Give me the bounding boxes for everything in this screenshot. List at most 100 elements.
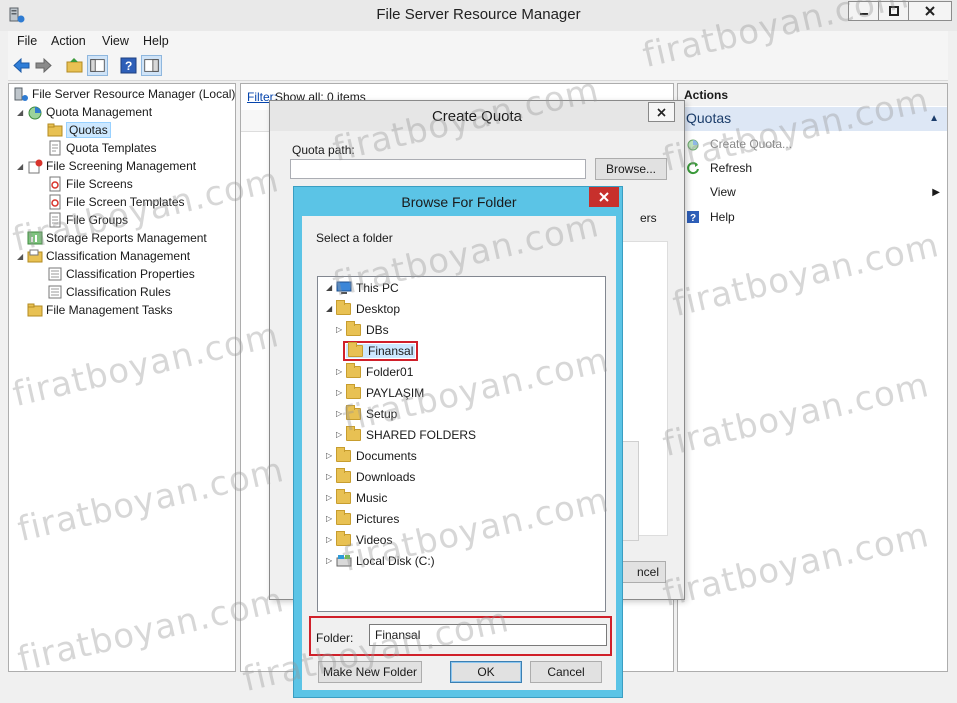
folder-item-pictures[interactable]: ▷ Pictures [326, 509, 399, 528]
tree-item-file-groups[interactable]: File Groups [47, 211, 128, 229]
collapsed-arrow-icon[interactable]: ▷ [336, 430, 346, 439]
storage-reports-icon [27, 231, 43, 245]
folder-item-local-disk[interactable]: ▷ Local Disk (C:) [326, 551, 435, 570]
cancel-button[interactable]: Cancel [530, 661, 602, 683]
folder-item-music[interactable]: ▷ Music [326, 488, 387, 507]
expanded-arrow-icon[interactable]: ◢ [326, 304, 336, 313]
action-pane-icon[interactable] [141, 55, 162, 76]
tree-item-storage-reports-management[interactable]: Storage Reports Management [27, 229, 207, 247]
browse-for-folder-dialog: Browse For Folder Select a folder ◢ This… [293, 186, 623, 698]
folder-item-documents[interactable]: ▷ Documents [326, 446, 417, 465]
menu-file[interactable]: File [17, 34, 37, 48]
menu-action[interactable]: Action [51, 34, 86, 48]
tree-item-classification-properties[interactable]: Classification Properties [47, 265, 195, 283]
actions-section-label: Quotas [686, 110, 732, 126]
minimize-button[interactable] [848, 1, 880, 21]
tree-item-quota-templates[interactable]: Quota Templates [47, 139, 157, 157]
file-screen-icon [49, 176, 61, 192]
documents-folder-icon [336, 446, 351, 462]
tree-item-classification-rules[interactable]: Classification Rules [47, 283, 171, 301]
collapsed-arrow-icon[interactable]: ▷ [336, 325, 346, 334]
tree-item-classification-management[interactable]: ◢ Classification Management [17, 247, 190, 265]
rules-icon [48, 285, 62, 299]
tree-item-file-management-tasks[interactable]: File Management Tasks [27, 301, 173, 319]
tree-item-label: Storage Reports Management [46, 231, 207, 245]
folder-icon [346, 362, 361, 378]
collapsed-arrow-icon[interactable]: ▷ [336, 388, 346, 397]
folder-item-finansal[interactable]: Finansal [342, 340, 419, 361]
actions-section-quotas[interactable]: Quotas ▲ [678, 107, 947, 131]
collapsed-arrow-icon[interactable]: ▷ [326, 451, 336, 460]
select-folder-label: Select a folder [316, 231, 393, 245]
up-folder-icon[interactable] [64, 55, 85, 76]
make-new-folder-button[interactable]: Make New Folder [318, 661, 422, 683]
tree-item-quotas[interactable]: Quotas [47, 121, 111, 139]
collapsed-arrow-icon[interactable]: ▷ [336, 409, 346, 418]
collapsed-arrow-icon[interactable]: ▷ [326, 535, 336, 544]
action-view[interactable]: View ▶ [686, 182, 942, 202]
minimize-icon [860, 13, 868, 15]
pictures-folder-icon [336, 509, 351, 525]
close-window-button[interactable] [908, 1, 952, 21]
tree-item-quota-management[interactable]: ◢ Quota Management [17, 103, 152, 121]
tree-item-fsrm-root[interactable]: File Server Resource Manager (Local) [13, 85, 235, 103]
tree-item-file-screen-templates[interactable]: File Screen Templates [47, 193, 185, 211]
console-tree-icon[interactable] [87, 55, 108, 76]
maximize-button[interactable] [878, 1, 910, 21]
folder-item-videos[interactable]: ▷ Videos [326, 530, 392, 549]
tree-item-label: File Screening Management [46, 159, 197, 173]
folder-item-downloads[interactable]: ▷ Downloads [326, 467, 415, 486]
collapsed-arrow-icon[interactable]: ▷ [336, 367, 346, 376]
folder-item-paylasim[interactable]: ▷ PAYLAŞIM [336, 383, 424, 402]
folder-label: Folder: [316, 631, 354, 645]
folder-item-shared-folders[interactable]: ▷ SHARED FOLDERS [336, 425, 476, 444]
folder-item-desktop[interactable]: ◢ Desktop [326, 299, 400, 318]
refresh-icon [687, 162, 699, 175]
tree-item-file-screens[interactable]: File Screens [47, 175, 133, 193]
collapsed-arrow-icon[interactable]: ▷ [326, 493, 336, 502]
tree-item-label: Quotas [66, 122, 111, 138]
close-dialog-button[interactable] [589, 187, 619, 207]
expanded-arrow-icon[interactable]: ◢ [17, 108, 27, 117]
folder-item-setup[interactable]: ▷ Setup [336, 404, 397, 423]
help-icon[interactable]: ? [118, 55, 139, 76]
expanded-arrow-icon[interactable]: ◢ [17, 252, 27, 261]
quota-path-input[interactable] [290, 159, 586, 179]
tree-item-label: File Screen Templates [66, 195, 185, 209]
expanded-arrow-icon[interactable]: ◢ [17, 162, 27, 171]
folder-item-dbs[interactable]: ▷ DBs [336, 320, 389, 339]
folder-label: Setup [366, 406, 398, 421]
folder-input[interactable]: Finansal [369, 624, 607, 646]
action-refresh[interactable]: Refresh [686, 158, 942, 178]
expanded-arrow-icon[interactable]: ◢ [326, 283, 336, 292]
folder-item-this-pc[interactable]: ◢ This PC [326, 278, 399, 297]
folder-item-folder01[interactable]: ▷ Folder01 [336, 362, 413, 381]
template-icon [49, 140, 61, 156]
forward-arrow-icon[interactable] [33, 55, 54, 76]
menu-help[interactable]: Help [143, 34, 169, 48]
actions-header: Actions [678, 84, 947, 106]
folder-label: Finansal [368, 343, 414, 358]
tree-item-label: Quota Management [46, 105, 153, 119]
properties-scrollbar[interactable] [622, 441, 639, 541]
properties-icon [48, 267, 62, 281]
partial-option-text: ers [640, 211, 657, 225]
action-help[interactable]: ? Help [686, 207, 942, 227]
collapse-arrow-icon[interactable]: ▲ [929, 113, 939, 124]
collapsed-arrow-icon[interactable]: ▷ [326, 556, 336, 565]
server-icon [14, 87, 28, 101]
back-arrow-icon[interactable] [11, 55, 32, 76]
collapsed-arrow-icon[interactable]: ▷ [326, 514, 336, 523]
close-dialog-button[interactable] [648, 102, 675, 122]
menu-view[interactable]: View [102, 34, 129, 48]
tree-item-file-screening-management[interactable]: ◢ File Screening Management [17, 157, 196, 175]
svg-text:?: ? [690, 213, 696, 224]
folder-label: DBs [366, 322, 389, 337]
menu-bar: File Action View Help [8, 31, 948, 51]
action-create-quota[interactable]: Create Quota... [686, 134, 942, 154]
collapsed-arrow-icon[interactable]: ▷ [326, 472, 336, 481]
browse-button[interactable]: Browse... [595, 158, 667, 180]
videos-folder-icon [336, 530, 351, 546]
tree-item-label: File Screens [66, 177, 133, 191]
ok-button[interactable]: OK [450, 661, 522, 683]
